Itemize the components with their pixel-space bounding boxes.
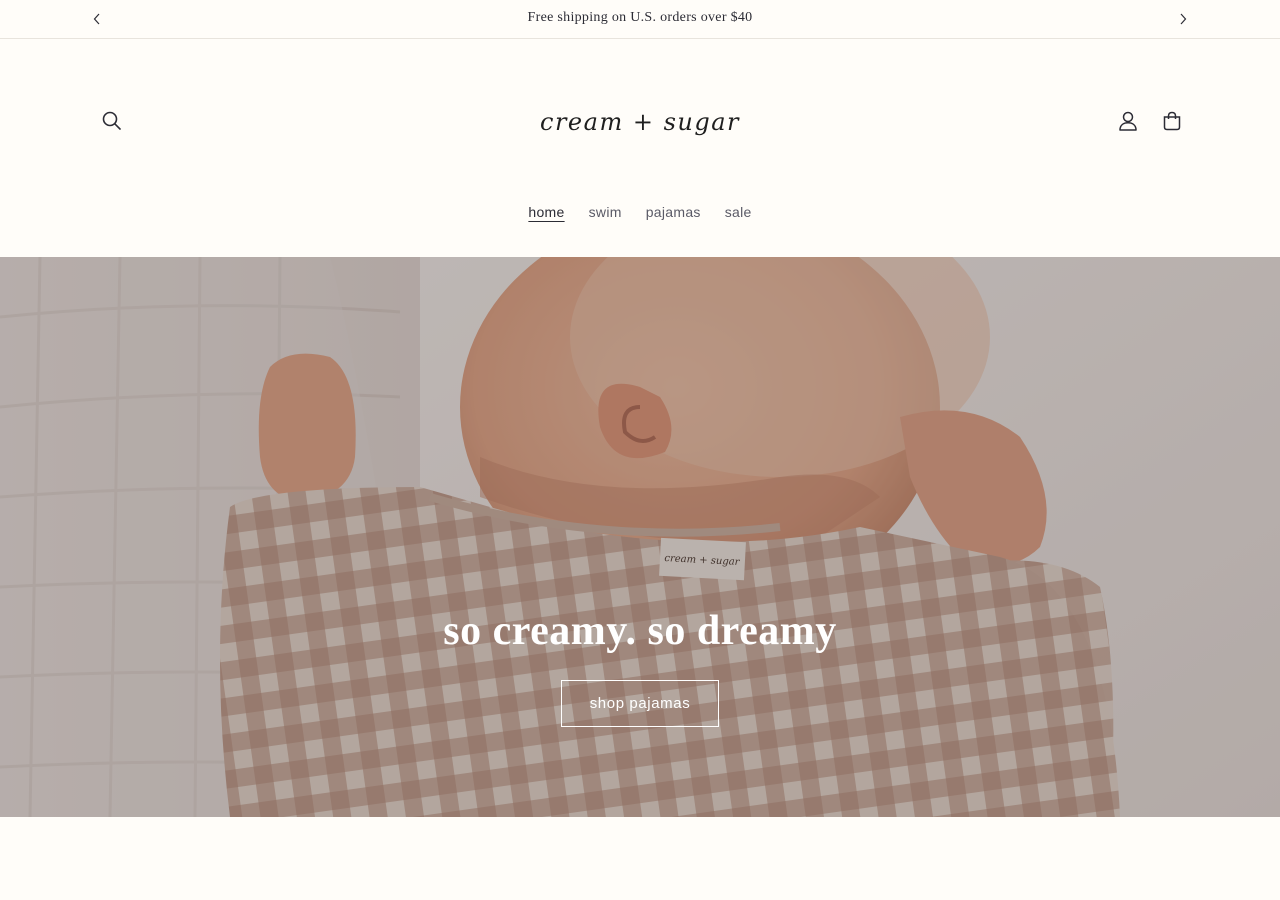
logo[interactable]: cream + sugar	[540, 97, 740, 147]
nav-item-sale[interactable]: sale	[713, 204, 764, 220]
announcement-text: Free shipping on U.S. orders over $40	[527, 10, 753, 25]
search-button[interactable]	[90, 99, 134, 143]
search-icon	[102, 111, 121, 130]
shop-pajamas-button[interactable]: shop pajamas	[561, 680, 719, 727]
logo-text: cream + sugar	[540, 108, 740, 136]
hero-banner: cream + sugar so creamy. so dreamy shop …	[0, 257, 1280, 817]
account-button[interactable]	[1106, 99, 1150, 143]
account-icon	[1119, 111, 1137, 131]
nav-item-swim[interactable]: swim	[577, 204, 634, 220]
chevron-right-icon[interactable]	[1175, 11, 1191, 27]
announcement-bar: Free shipping on U.S. orders over $40	[0, 0, 1280, 39]
cart-icon	[1163, 111, 1181, 131]
main-nav: home swim pajamas sale	[0, 204, 1280, 220]
hero-heading: so creamy. so dreamy	[443, 608, 837, 654]
site-header: cream + sugar home swim pajamas sale	[0, 39, 1280, 257]
nav-item-pajamas[interactable]: pajamas	[634, 204, 713, 220]
hero-overlay	[0, 257, 1280, 817]
cart-button[interactable]	[1150, 99, 1194, 143]
nav-item-home[interactable]: home	[516, 204, 576, 220]
below-hero-section	[0, 817, 1280, 900]
